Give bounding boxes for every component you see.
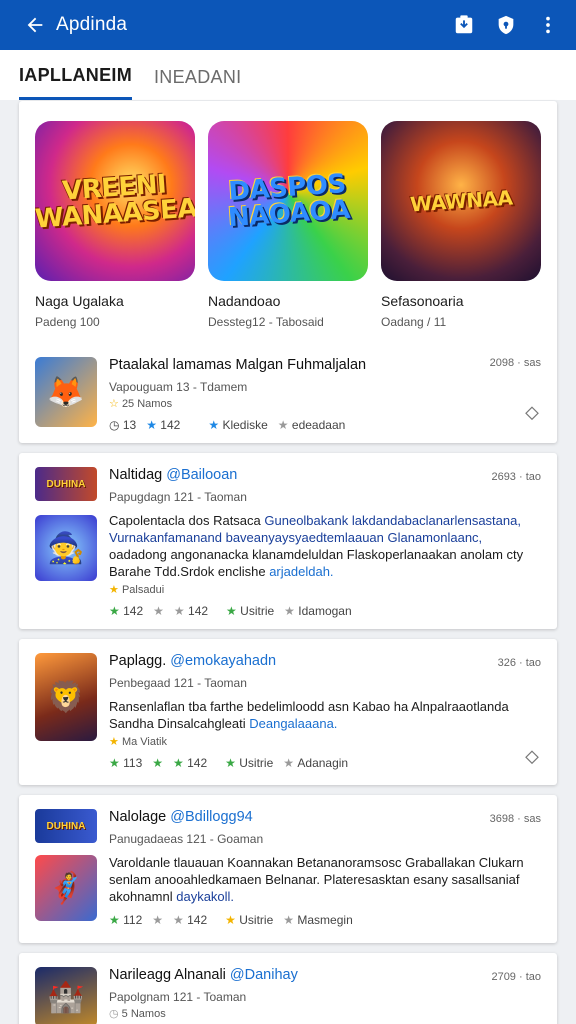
download-icon[interactable] <box>450 11 478 39</box>
item-time: 2709 · tao <box>491 971 541 983</box>
star-icon: ★ <box>226 604 237 618</box>
featured-image: DASPOS NAOAOA <box>208 121 368 281</box>
star-icon: ★ <box>146 418 157 432</box>
list-item[interactable]: 🦊 Ptaalakal lamamas Malgan Fuhmaljalan V… <box>19 357 557 432</box>
item-meta: Panugadaeas 121 - Goaman <box>109 832 264 846</box>
shield-icon[interactable] <box>492 11 520 39</box>
item-meta: Papolgnam 121 - Toaman <box>109 990 247 1004</box>
item-link[interactable]: @emokayahadn <box>170 653 276 669</box>
app-banner: DUHINA <box>35 809 97 843</box>
item-description: Capolentacla dos Ratsaca Guneolbakank la… <box>109 513 524 579</box>
star-icon: ★ <box>109 604 120 618</box>
list-item[interactable]: 🦁 Paplagg. @emokayahadn Penbegaad 121 - T… <box>19 639 557 770</box>
list-item[interactable]: DUHINA 🧙 Naltidag @Bailooan Papugdagn 121… <box>19 453 557 618</box>
item-time: 3698 · sas <box>489 813 541 825</box>
tab-secondary[interactable]: INEADANI <box>154 50 241 100</box>
featured-name: Naga Ugalaka <box>35 293 124 309</box>
featured-card: VREENI WANAASEA Naga Ugalaka Padeng 100 … <box>19 101 557 443</box>
list-card: DUHINA 🧙 Naltidag @Bailooan Papugdagn 121… <box>19 453 557 629</box>
featured-item[interactable]: DASPOS NAOAOA Nadandoao Dessteg12 - Tabo… <box>208 121 368 329</box>
item-note: 25 Namos <box>121 398 173 410</box>
featured-logo: WAWNAA <box>409 185 513 217</box>
list-card: 🏰 Narileagg Alnanali @Danihay Papolgnam 1… <box>19 953 557 1024</box>
item-title: Paplagg. <box>109 653 167 669</box>
item-title: Ptaalakal lamamas Malgan Fuhmaljalan <box>109 357 367 373</box>
app-thumbnail: 🏰 <box>35 967 97 1024</box>
item-time: 326 · tao <box>497 657 541 669</box>
app-banner: DUHINA <box>35 467 97 501</box>
item-stats: ◷ 13 ★ 142 ★ Klediske ★ edeadaan <box>109 418 346 432</box>
app-thumbnail: 🦊 <box>35 357 97 427</box>
star-icon: ★ <box>277 418 289 432</box>
item-stats: ★ 113 ★ ★ 142 ★ Usitrie ★ Adanagin <box>109 756 349 770</box>
item-note: Palsadui <box>121 584 165 596</box>
star-icon: ★ <box>173 756 184 770</box>
item-meta: Papugdagn 121 - Taoman <box>109 490 247 504</box>
star-icon: ★ <box>208 418 220 432</box>
list-item[interactable]: DUHINA 🦸 Nalolage @Bdillogg94 Panugadaeas… <box>19 795 557 927</box>
share-icon[interactable] <box>521 747 543 769</box>
featured-image: VREENI WANAASEA <box>35 121 195 281</box>
featured-image: WAWNAA <box>381 121 541 281</box>
app-thumbnail: 🦁 <box>35 653 97 741</box>
star-icon: ★ <box>225 756 236 770</box>
item-time: 2693 · tao <box>491 471 541 483</box>
item-note: Ma Viatik <box>121 736 167 748</box>
item-time: 2098 · sas <box>489 357 541 369</box>
star-icon: ★ <box>152 756 164 770</box>
featured-sub: Dessteg12 - Tabosaid <box>208 315 324 329</box>
featured-name: Sefasonoaria <box>381 293 464 309</box>
featured-logo: VREENI WANAASEA <box>35 169 195 235</box>
share-icon[interactable] <box>521 403 543 425</box>
item-description: Varoldanle tlauauan Koannakan Betananora… <box>109 855 524 904</box>
item-link[interactable]: @Bailooan <box>166 467 237 483</box>
star-icon: ★ <box>173 604 185 618</box>
app-thumbnail: 🧙 <box>35 515 97 581</box>
featured-sub: Oadang / 11 <box>381 315 447 329</box>
star-icon: ★ <box>109 756 120 770</box>
item-title: Naltidag <box>109 467 163 483</box>
item-note: 5 Namos <box>121 1008 166 1020</box>
featured-name: Nadandoao <box>208 293 281 309</box>
featured-item[interactable]: VREENI WANAASEA Naga Ugalaka Padeng 100 <box>35 121 195 329</box>
tab-bar: IAPLLANEIM INEADANI <box>0 50 576 100</box>
item-title: Narileagg Alnanali <box>109 967 226 983</box>
star-icon: ★ <box>283 913 295 927</box>
more-vert-icon[interactable] <box>534 11 562 39</box>
item-stats: ★ 112 ★ ★ 142 ★ Usitrie ★ Masmegin <box>109 913 353 927</box>
star-icon: ★ <box>225 913 236 927</box>
star-icon: ★ <box>283 756 295 770</box>
item-meta: Vapouguam 13 - Tdamem <box>109 380 248 394</box>
star-icon: ★ <box>153 604 164 618</box>
app-bar: Apdinda <box>0 0 576 50</box>
star-icon: ★ <box>109 913 120 927</box>
back-arrow-icon[interactable] <box>22 12 48 38</box>
star-icon: ★ <box>152 913 164 927</box>
star-icon: ★ <box>173 913 184 927</box>
featured-logo: DASPOS NAOAOA <box>227 168 351 234</box>
featured-item[interactable]: WAWNAA Sefasonoaria Oadang / 11 <box>381 121 541 329</box>
item-link[interactable]: @Danihay <box>230 967 298 983</box>
app-thumbnail: 🦸 <box>35 855 97 921</box>
item-link[interactable]: @Bdillogg94 <box>170 809 252 825</box>
app-title: Apdinda <box>56 14 128 35</box>
list-item[interactable]: 🏰 Narileagg Alnanali @Danihay Papolgnam 1… <box>19 953 557 1024</box>
item-meta: Penbegaad 121 - Taoman <box>109 676 247 690</box>
tab-primary[interactable]: IAPLLANEIM <box>19 50 132 100</box>
list-card: 🦁 Paplagg. @emokayahadn Penbegaad 121 - T… <box>19 639 557 785</box>
featured-sub: Padeng 100 <box>35 315 100 329</box>
clock-icon: ◷ <box>109 418 120 432</box>
item-stats: ★ 142 ★ ★ 142 ★ Usitrie ★ Idamogan <box>109 604 352 618</box>
list-card: DUHINA 🦸 Nalolage @Bdillogg94 Panugadaeas… <box>19 795 557 943</box>
item-description: Ransenlaflan tba farthe bedelimloodd asn… <box>109 699 509 731</box>
item-title: Nalolage <box>109 809 167 825</box>
star-icon: ★ <box>284 604 295 618</box>
